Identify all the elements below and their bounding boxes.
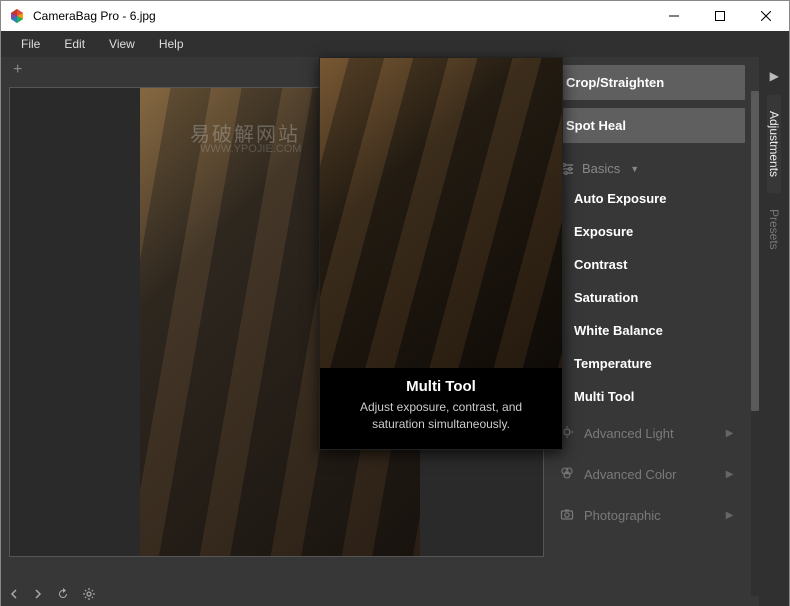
chevron-right-icon: ▶ <box>726 510 734 521</box>
next-button[interactable] <box>33 589 43 599</box>
window-controls <box>651 1 789 31</box>
menu-file[interactable]: File <box>9 33 52 55</box>
scrollbar-thumb[interactable] <box>751 91 759 411</box>
advanced-light-section[interactable]: Advanced Light ▶ <box>552 413 745 454</box>
close-button[interactable] <box>743 1 789 31</box>
side-tabs: ▶ Adjustments Presets <box>759 57 789 606</box>
tool-tooltip: Multi Tool Adjust exposure, contrast, an… <box>319 57 563 450</box>
auto-exposure-item[interactable]: Auto Exposure <box>552 182 745 215</box>
canvas-area: 易破解网站 WWW.YPOJIE.COM 易破解网站 WWW.YPOJIE.CO… <box>1 57 552 606</box>
menu-view[interactable]: View <box>97 33 147 55</box>
white-balance-item[interactable]: White Balance <box>552 314 745 347</box>
saturation-item[interactable]: Saturation <box>552 281 745 314</box>
advanced-light-label: Advanced Light <box>584 426 674 441</box>
tooltip-preview-image <box>320 58 562 368</box>
chevron-down-icon: ▼ <box>630 164 639 174</box>
basics-section-header[interactable]: Basics ▼ <box>552 151 745 182</box>
adjustments-tab[interactable]: Adjustments <box>767 95 781 193</box>
settings-icon[interactable] <box>83 588 95 600</box>
exposure-item[interactable]: Exposure <box>552 215 745 248</box>
adjustments-panel: Crop/Straighten Spot Heal Basics ▼ Auto … <box>552 57 759 606</box>
bottom-controls <box>9 588 95 600</box>
photographic-label: Photographic <box>584 508 661 523</box>
refresh-button[interactable] <box>57 588 69 600</box>
basics-label: Basics <box>582 161 620 176</box>
collapse-panel-button[interactable]: ▶ <box>770 57 779 95</box>
camera-icon <box>560 507 574 524</box>
tooltip-title: Multi Tool <box>320 368 562 399</box>
crop-straighten-button[interactable]: Crop/Straighten <box>552 65 745 100</box>
photographic-section[interactable]: Photographic ▶ <box>552 495 745 536</box>
workarea: + 易破解网站 WWW.YPOJIE.COM 易破解网站 WWW.YPOJIE.… <box>1 57 789 606</box>
tooltip-description: Adjust exposure, contrast, and saturatio… <box>320 399 562 449</box>
advanced-color-label: Advanced Color <box>584 467 677 482</box>
chevron-right-icon: ▶ <box>726 428 734 439</box>
contrast-item[interactable]: Contrast <box>552 248 745 281</box>
maximize-button[interactable] <box>697 1 743 31</box>
prev-button[interactable] <box>9 589 19 599</box>
window-title: CameraBag Pro - 6.jpg <box>33 9 651 23</box>
presets-tab[interactable]: Presets <box>767 193 781 266</box>
advanced-color-section[interactable]: Advanced Color ▶ <box>552 454 745 495</box>
menu-help[interactable]: Help <box>147 33 196 55</box>
minimize-button[interactable] <box>651 1 697 31</box>
color-icon <box>560 466 574 483</box>
temperature-item[interactable]: Temperature <box>552 347 745 380</box>
titlebar: CameraBag Pro - 6.jpg <box>1 1 789 31</box>
app-icon <box>9 8 25 24</box>
multi-tool-item[interactable]: Multi Tool <box>552 380 745 413</box>
spot-heal-button[interactable]: Spot Heal <box>552 108 745 143</box>
menu-edit[interactable]: Edit <box>52 33 97 55</box>
chevron-right-icon: ▶ <box>726 469 734 480</box>
panel-scrollbar[interactable] <box>751 91 759 596</box>
menubar: File Edit View Help <box>1 31 789 57</box>
